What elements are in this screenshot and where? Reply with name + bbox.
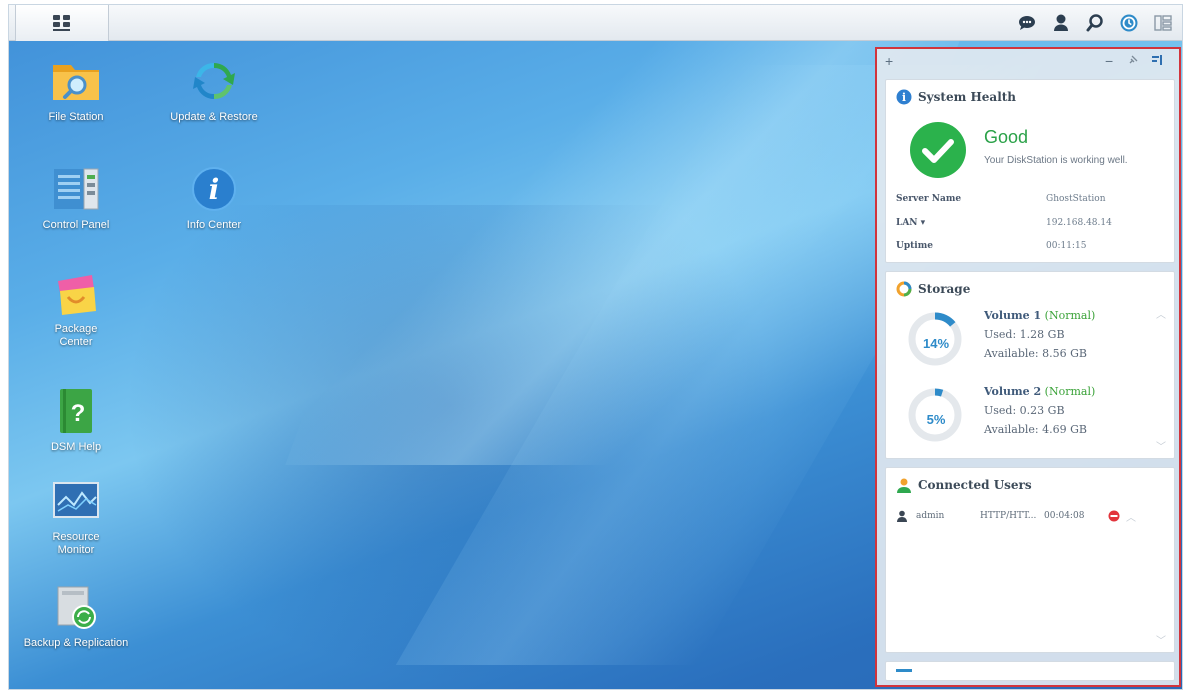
minimize-widgets-button[interactable]: − [1105,53,1113,69]
info-value: GhostStation [1046,194,1106,204]
help-book-icon: ? [50,385,102,437]
wallpaper-shade [99,205,799,689]
pin-icon[interactable] [1127,53,1139,69]
connected-users-widget: Connected Users admin HTTP/HTT... 00:04:… [885,467,1175,653]
storage-widget: Storage ︿ 14% Volume 1 (Normal) Used: 1.… [885,271,1175,459]
volume-name: Volume 1 [984,309,1042,322]
check-circle-icon [910,122,966,178]
desktop-icon-control-panel[interactable]: Control Panel [21,163,131,232]
desktop-icon-label: File Station [48,111,104,123]
volume-percent: 5% [926,412,946,427]
system-tray [1016,5,1174,41]
svg-text:i: i [902,91,906,104]
desktop-icon-dsm-help[interactable]: ? DSM Help [21,385,131,454]
wallpaper-streak [285,5,973,465]
scroll-down-icon[interactable]: ﹀ [1156,438,1166,453]
volume-available: Available: 8.56 GB [984,347,1087,360]
desktop-icon-label: DSM Help [50,441,102,453]
desktop-icon-label: Info Center [186,219,242,231]
desktop-icon-package-center[interactable]: Package Center [21,267,131,349]
connected-users-title: Connected Users [918,478,1032,492]
widget-bar [896,669,912,672]
user-name: admin [916,511,945,521]
taskbar [9,5,1182,41]
user-connection-type: HTTP/HTT... [980,511,1037,521]
widget-settings-icon[interactable] [1151,53,1163,69]
volume-available: Available: 4.69 GB [984,423,1087,436]
volume-1: 14% Volume 1 (Normal) Used: 1.28 GB Avai… [896,306,1156,376]
search-icon[interactable] [1084,12,1106,34]
scroll-up-icon[interactable]: ︿ [1156,306,1166,321]
add-widget-button[interactable]: + [885,53,893,69]
desktop-icon-label: Control Panel [42,219,110,231]
info-icon: i [188,163,240,215]
grid-menu-icon [53,15,70,31]
control-panel-icon [50,163,102,215]
volume-2: 5% Volume 2 (Normal) Used: 0.23 GB Avail… [896,382,1156,452]
desktop-icon-file-station[interactable]: File Station [21,55,131,124]
info-row-lan[interactable]: LAN ▾ 192.168.48.14 [896,218,1164,228]
package-bag-icon [50,267,102,319]
scroll-up-icon[interactable]: ︿ [1126,509,1136,524]
info-key: Server Name [896,194,962,204]
volume-used: Used: 1.28 GB [984,328,1065,341]
widget-title: i System Health [896,89,1016,105]
widgets-toggle-icon[interactable] [1152,12,1174,34]
notification-icon[interactable] [1118,12,1140,34]
info-row-server-name: Server Name GhostStation [896,194,1164,204]
svg-text:i: i [209,173,220,206]
volume-text: Volume 1 (Normal) Used: 1.28 GB Availabl… [984,306,1095,363]
chat-icon[interactable] [1016,12,1038,34]
volume-status: (Normal) [1044,309,1096,322]
volume-status: (Normal) [1044,385,1096,398]
desktop-icon-label: Resource Monitor [52,531,100,556]
disconnect-icon[interactable] [1108,510,1120,522]
scroll-down-icon[interactable]: ﹀ [1156,632,1166,647]
info-value: 00:11:15 [1046,241,1087,251]
desktop-icon-label: Update & Restore [170,111,258,123]
desktop-icon-update-restore[interactable]: Update & Restore [159,55,269,124]
desktop-icon-backup-replication[interactable]: Backup & Replication [21,581,131,650]
widget-title: Storage [896,281,970,297]
backup-icon [50,581,102,633]
desktop-icon-resource-monitor[interactable]: Resource Monitor [21,475,131,557]
svg-text:?: ? [71,400,86,427]
system-health-widget: i System Health Good Your DiskStation is… [885,79,1175,263]
volume-used: Used: 0.23 GB [984,404,1065,417]
storage-title: Storage [918,282,971,296]
info-value: 192.168.48.14 [1046,218,1112,228]
user-icon [897,510,907,522]
user-time: 00:04:08 [1044,511,1085,521]
health-status: Good [984,127,1029,147]
storage-ring-icon [896,281,912,297]
desktop-icon-label: Backup & Replication [23,637,129,649]
user-row: admin HTTP/HTT... 00:04:08 ︿ [896,508,1164,524]
dsm-desktop: File Station Update & Restore Control Pa… [8,4,1183,690]
resource-monitor-icon [50,475,102,527]
widget-title: Connected Users [896,477,1032,493]
widgets-panel: + − i System Health Good Your DiskStatio… [875,47,1181,687]
shield-info-icon: i [896,89,912,105]
users-icon [897,478,911,493]
folder-magnifier-icon [50,55,102,107]
next-widget-partial [885,661,1175,681]
desktop-icon-info-center[interactable]: i Info Center [159,163,269,232]
main-menu-button[interactable] [15,5,109,41]
info-key: Uptime [896,241,933,251]
info-key: LAN ▾ [896,218,926,228]
update-restore-icon [188,55,240,107]
system-health-title: System Health [918,90,1017,104]
volume-text: Volume 2 (Normal) Used: 0.23 GB Availabl… [984,382,1095,439]
user-icon[interactable] [1050,12,1072,34]
info-row-uptime: Uptime 00:11:15 [896,241,1164,251]
volume-name: Volume 2 [984,385,1042,398]
widget-toolbar: + − [877,49,1179,75]
volume-percent: 14% [922,336,950,351]
health-message: Your DiskStation is working well. [984,155,1128,166]
desktop-icon-label: Package Center [54,323,98,348]
